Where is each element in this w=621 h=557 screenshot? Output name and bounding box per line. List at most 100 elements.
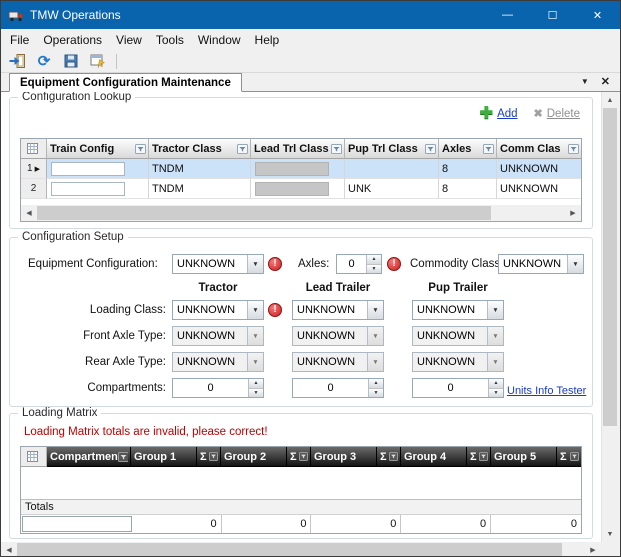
spin-up-icon[interactable]: ▲ [369,379,383,388]
lookup-row-1[interactable]: 1 ▶ TNDM 8 UNKNOWN [21,159,581,179]
column-header-compartment[interactable]: Compartmen [47,447,131,467]
filter-icon[interactable] [209,452,218,461]
chevron-down-icon[interactable]: ▼ [487,301,503,319]
filter-icon[interactable] [483,144,494,154]
compartments-lead-trailer-spinner[interactable]: 0 ▲▼ [292,378,384,398]
spin-up-icon[interactable]: ▲ [367,255,381,264]
scroll-up-icon[interactable]: ▲ [602,92,618,108]
scrollbar-thumb[interactable] [603,108,617,426]
column-header-group-4-sum[interactable]: Σ [467,447,491,467]
cell-comm-class[interactable]: UNKNOWN [497,179,581,199]
spin-up-icon[interactable]: ▲ [489,379,503,388]
cell-pup-trl-class[interactable] [345,159,439,179]
column-header-group-4[interactable]: Group 4 [401,447,467,467]
horizontal-scrollbar[interactable]: ◀ ▶ [1,542,601,557]
column-header-lead-trl-class[interactable]: Lead Trl Class [251,139,345,159]
front-axle-pup-trailer-dropdown[interactable]: UNKNOWN▼ [412,326,504,346]
chevron-down-icon[interactable]: ▼ [487,353,503,371]
column-header-comm-class[interactable]: Comm Clas [497,139,581,159]
filter-icon[interactable] [568,144,579,154]
cell-axles[interactable]: 8 [439,179,497,199]
cell-comm-class[interactable]: UNKNOWN [497,159,581,179]
menu-view[interactable]: View [109,30,149,50]
column-header-group-2[interactable]: Group 2 [221,447,287,467]
cell-lead-trl-class[interactable] [251,179,345,199]
loading-class-tractor-dropdown[interactable]: UNKNOWN▼ [172,300,264,320]
loading-class-pup-trailer-dropdown[interactable]: UNKNOWN▼ [412,300,504,320]
exit-form-icon[interactable] [5,51,29,71]
column-header-tractor-class[interactable]: Tractor Class [149,139,251,159]
rear-axle-tractor-dropdown[interactable]: UNKNOWN▼ [172,352,264,372]
column-header-train-config[interactable]: Train Config [47,139,149,159]
scrollbar-thumb[interactable] [17,543,562,557]
vertical-scrollbar[interactable]: ▲ ▼ [601,92,618,542]
column-header-group-5[interactable]: Group 5 [491,447,557,467]
delete-button[interactable]: ✖ Delete [534,108,580,120]
lookup-grid-hscrollbar[interactable]: ◀ ▶ [21,205,581,221]
front-axle-lead-trailer-dropdown[interactable]: UNKNOWN▼ [292,326,384,346]
row-selector-header[interactable] [21,139,47,159]
tab-list-dropdown-icon[interactable]: ▼ [581,78,589,86]
rear-axle-lead-trailer-dropdown[interactable]: UNKNOWN▼ [292,352,384,372]
menu-tools[interactable]: Tools [149,30,191,50]
chevron-down-icon[interactable]: ▼ [367,353,383,371]
column-header-group-3-sum[interactable]: Σ [377,447,401,467]
chevron-down-icon[interactable]: ▼ [247,301,263,319]
spin-up-icon[interactable]: ▲ [249,379,263,388]
column-header-group-1[interactable]: Group 1 [131,447,197,467]
chevron-down-icon[interactable]: ▼ [367,327,383,345]
add-button[interactable]: ✚ Add [480,106,518,122]
row-selector[interactable]: 1 ▶ [21,159,47,179]
rear-axle-pup-trailer-dropdown[interactable]: UNKNOWN▼ [412,352,504,372]
column-header-group-1-sum[interactable]: Σ [197,447,221,467]
column-header-group-2-sum[interactable]: Σ [287,447,311,467]
column-header-pup-trl-class[interactable]: Pup Trl Class [345,139,439,159]
compartments-pup-trailer-spinner[interactable]: 0 ▲▼ [412,378,504,398]
cell-tractor-class[interactable]: TNDM [149,159,251,179]
tab-equipment-configuration-maintenance[interactable]: Equipment Configuration Maintenance [9,73,242,92]
chevron-down-icon[interactable]: ▼ [247,327,263,345]
chevron-down-icon[interactable]: ▼ [247,255,263,273]
menu-operations[interactable]: Operations [36,30,109,50]
export-icon[interactable] [86,51,110,71]
save-icon[interactable] [59,51,83,71]
scroll-right-icon[interactable]: ▶ [565,205,581,221]
totals-entry-cell[interactable] [22,516,132,532]
column-header-group-5-sum[interactable]: Σ [557,447,581,467]
front-axle-tractor-dropdown[interactable]: UNKNOWN▼ [172,326,264,346]
refresh-icon[interactable]: ⟳ [32,51,56,71]
cell-tractor-class[interactable]: TNDM [149,179,251,199]
menu-help[interactable]: Help [248,30,287,50]
maximize-button[interactable]: ☐ [530,1,575,29]
cell-train-config[interactable] [47,159,149,179]
column-header-group-3[interactable]: Group 3 [311,447,377,467]
scroll-left-icon[interactable]: ◀ [1,542,17,557]
spin-down-icon[interactable]: ▼ [249,388,263,398]
cell-train-config[interactable] [47,179,149,199]
filter-icon[interactable] [389,452,398,461]
cell-lead-trl-class[interactable] [251,159,345,179]
close-button[interactable]: ✕ [575,1,620,29]
chevron-down-icon[interactable]: ▼ [367,301,383,319]
filter-icon[interactable] [237,144,248,154]
filter-icon[interactable] [425,144,436,154]
tab-close-icon[interactable]: ✕ [601,77,610,88]
loading-class-lead-trailer-dropdown[interactable]: UNKNOWN▼ [292,300,384,320]
filter-icon[interactable] [118,452,128,462]
menu-window[interactable]: Window [191,30,248,50]
filter-icon[interactable] [135,144,146,154]
chevron-down-icon[interactable]: ▼ [487,327,503,345]
column-header-axles[interactable]: Axles [439,139,497,159]
minimize-button[interactable]: — [485,1,530,29]
menu-file[interactable]: File [3,30,36,50]
chevron-down-icon[interactable]: ▼ [247,353,263,371]
commodity-class-dropdown[interactable]: UNKNOWN ▼ [498,254,584,274]
lookup-row-2[interactable]: 2 TNDM UNK 8 UNKNOWN [21,179,581,199]
cell-pup-trl-class[interactable]: UNK [345,179,439,199]
equipment-configuration-dropdown[interactable]: UNKNOWN ▼ [172,254,264,274]
row-selector[interactable]: 2 [21,179,47,199]
units-info-tester-link[interactable]: Units Info Tester [507,385,586,397]
filter-icon[interactable] [331,144,342,154]
filter-icon[interactable] [299,452,308,461]
filter-icon[interactable] [479,452,488,461]
